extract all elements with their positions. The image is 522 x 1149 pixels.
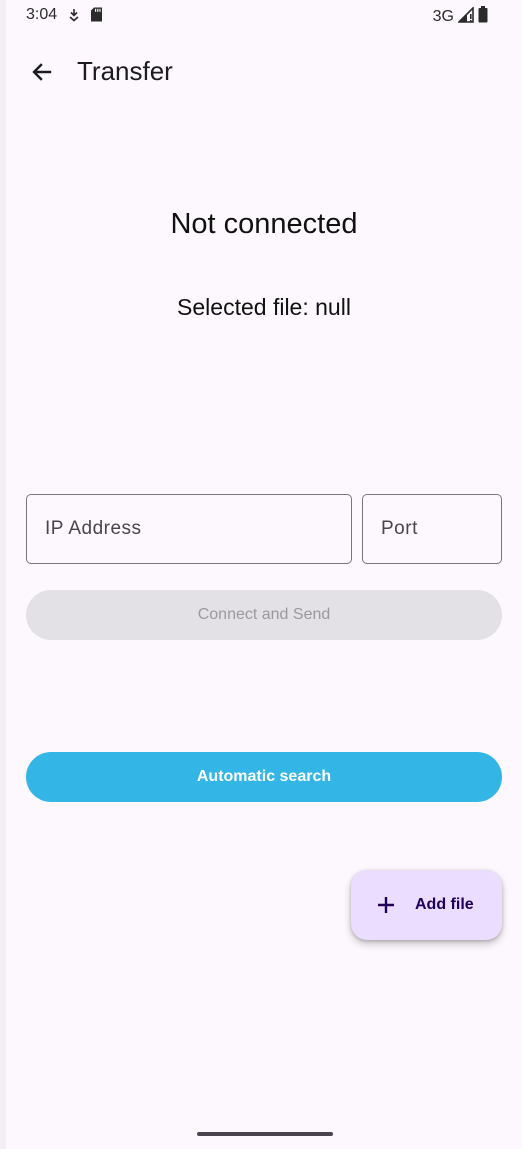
automatic-search-label: Automatic search — [196, 768, 332, 785]
selected-file-text: Selected file: null — [177, 294, 351, 320]
download-icon — [68, 8, 80, 27]
connection-status-text: Not connected — [170, 208, 358, 240]
add-file-button[interactable]: Add file — [351, 870, 502, 940]
page-title: Transfer — [77, 56, 173, 86]
connect-and-send-label: Connect and Send — [197, 606, 331, 623]
network-type: 3G — [432, 8, 454, 25]
add-file-label: Add file — [415, 896, 474, 913]
back-button[interactable] — [22, 52, 62, 92]
automatic-search-button[interactable]: Automatic search — [26, 752, 502, 802]
top-app-bar: Transfer — [6, 40, 522, 104]
app-screen: 3:04 3G Transfer Not connected Selected … — [0, 0, 522, 1149]
gesture-navigation-bar[interactable] — [197, 1132, 333, 1136]
sd-card-icon — [90, 7, 103, 27]
status-right: 3G — [432, 5, 488, 28]
signal-icon — [457, 5, 474, 28]
status-bar: 3:04 3G — [6, 0, 522, 32]
status-time: 3:04 — [26, 6, 58, 23]
plus-icon — [375, 894, 397, 916]
status-left-icons — [68, 7, 103, 27]
ip-address-input[interactable] — [26, 494, 352, 564]
battery-icon — [478, 6, 488, 28]
arrow-back-icon — [32, 63, 52, 81]
connect-and-send-button[interactable]: Connect and Send — [26, 590, 502, 640]
port-input[interactable] — [362, 494, 502, 564]
